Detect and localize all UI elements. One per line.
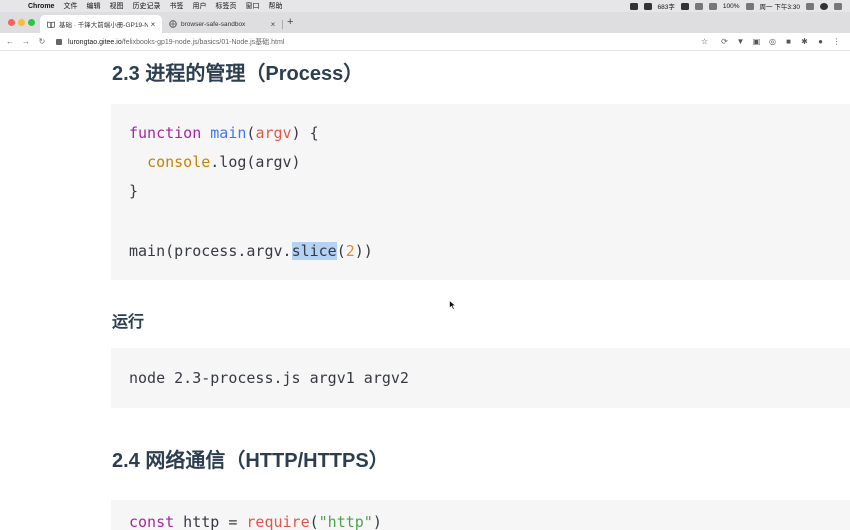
code-token-text: http = [174, 513, 247, 530]
app-status-icon[interactable] [629, 2, 638, 10]
code-line: const http = require("http") [129, 513, 382, 530]
code-line: function main(argv) { [129, 123, 319, 143]
clock-text[interactable]: 周一 下午3:30 [760, 1, 800, 11]
code-token-string: "http" [318, 513, 373, 530]
menu-file[interactable]: 文件 [63, 1, 77, 11]
app-status-icon[interactable] [643, 2, 652, 10]
menu-bookmarks[interactable]: 书签 [169, 1, 183, 11]
heading-process: 2.3 进程的管理（Process） [112, 63, 364, 85]
bookmark-star-icon[interactable]: ☆ [700, 37, 709, 46]
tab-close-icon[interactable]: × [148, 20, 158, 29]
menu-people[interactable]: 用户 [192, 1, 206, 11]
volume-icon[interactable] [708, 2, 717, 10]
menu-kebab-icon[interactable]: ⋮ [832, 37, 841, 46]
tab-title: browser-safe-sandbox [181, 20, 246, 28]
run-label: 运行 [112, 314, 145, 331]
macos-menubar: Chrome 文件 编辑 视图 历史记录 书签 用户 标签页 窗口 帮助 683… [0, 0, 850, 12]
code-block-process: function main(argv) { console.log(argv) … [111, 104, 850, 310]
code-token-keyword: function [129, 124, 202, 142]
code-token-keyword: const [129, 513, 175, 530]
globe-icon [169, 20, 177, 28]
menu-history[interactable]: 历史记录 [132, 1, 160, 11]
code-token-call: main(process.argv. [129, 242, 292, 260]
code-token-punct: ) [372, 513, 382, 530]
code-token-object: console [147, 153, 211, 171]
code-token-punct: )) [354, 242, 373, 260]
menu-app-chrome[interactable]: Chrome [28, 3, 54, 10]
screen-mirror-icon[interactable] [694, 2, 703, 10]
address-bar[interactable]: lurongtao.gitee.io /felixbooks-gp19-node… [56, 35, 696, 49]
code-token-call: .log(argv) [210, 153, 301, 171]
url-host: lurongtao.gitee.io [68, 38, 122, 46]
extensions-puzzle-icon[interactable]: ✱ [800, 37, 809, 46]
code-token-punct: ) { [291, 124, 319, 142]
selected-text[interactable]: slice [291, 242, 337, 260]
extension-icon[interactable]: ▼ [736, 37, 745, 46]
extension-icon[interactable]: ■ [784, 37, 793, 46]
new-tab-icon[interactable]: + [287, 15, 293, 29]
code-line: } [129, 181, 138, 201]
status-area: 683字 100% 周一 下午3:30 [629, 0, 842, 12]
back-icon[interactable]: ← [4, 37, 16, 46]
tab-title: 基础 · 千锋大前端小册-GP19-N [59, 22, 148, 29]
tab-strip: 基础 · 千锋大前端小册-GP19-N × browser-safe-sandb… [0, 12, 850, 33]
reload-icon[interactable]: ↻ [36, 37, 48, 46]
browser-toolbar: ← → ↻ lurongtao.gitee.io /felixbooks-gp1… [0, 33, 850, 51]
extension-icon[interactable]: ▣ [752, 37, 761, 46]
tab-active[interactable]: 基础 · 千锋大前端小册-GP19-N × [40, 15, 162, 33]
user-icon[interactable] [820, 2, 828, 10]
menu-tab[interactable]: 标签页 [215, 1, 236, 11]
book-icon [47, 21, 55, 28]
window-close-button[interactable] [8, 19, 15, 26]
code-token-function: require [246, 513, 310, 530]
code-token-punct: } [129, 182, 139, 200]
lock-icon[interactable] [56, 39, 62, 45]
window-minimize-button[interactable] [18, 19, 25, 26]
battery-icon[interactable] [745, 2, 754, 10]
battery-percent[interactable]: 100% [723, 3, 740, 10]
spotlight-search-icon[interactable] [806, 2, 814, 10]
code-token-number: 2 [345, 242, 355, 260]
tab-divider [282, 20, 283, 29]
code-line: main(process.argv.slice(2)) [129, 242, 373, 260]
page-content: 2.3 进程的管理（Process） function main(argv) {… [0, 52, 850, 530]
code-block-run: node 2.3-process.js argv1 argv2 [111, 348, 850, 408]
extension-icon[interactable]: ◎ [768, 37, 777, 46]
menu-window[interactable]: 窗口 [245, 1, 259, 11]
code-line: node 2.3-process.js argv1 argv2 [129, 369, 409, 387]
extension-icon[interactable]: ⟳ [720, 37, 729, 46]
notification-center-icon[interactable] [834, 2, 842, 10]
heading-http: 2.4 网络通信（HTTP/HTTPS） [112, 450, 389, 472]
menu-help[interactable]: 帮助 [268, 1, 282, 11]
code-line: console.log(argv) [129, 152, 301, 172]
menu-edit[interactable]: 编辑 [86, 1, 100, 11]
forward-icon[interactable]: → [20, 37, 32, 46]
word-count-text[interactable]: 683字 [658, 1, 675, 11]
profile-avatar-icon[interactable]: ● [816, 37, 825, 46]
code-block-http: const http = require("http") [111, 500, 850, 530]
window-fullscreen-button[interactable] [28, 19, 35, 26]
tab-close-icon[interactable]: × [268, 20, 278, 29]
app-status-icon[interactable] [680, 2, 689, 10]
code-token-function: main [210, 124, 247, 142]
code-token-param: argv [255, 124, 292, 142]
tab-inactive[interactable]: browser-safe-sandbox × [162, 15, 282, 33]
url-path: /felixbooks-gp19-node.js/basics/01-Node.… [121, 39, 285, 46]
menu-view[interactable]: 视图 [109, 1, 123, 11]
mouse-cursor-icon [449, 300, 457, 310]
